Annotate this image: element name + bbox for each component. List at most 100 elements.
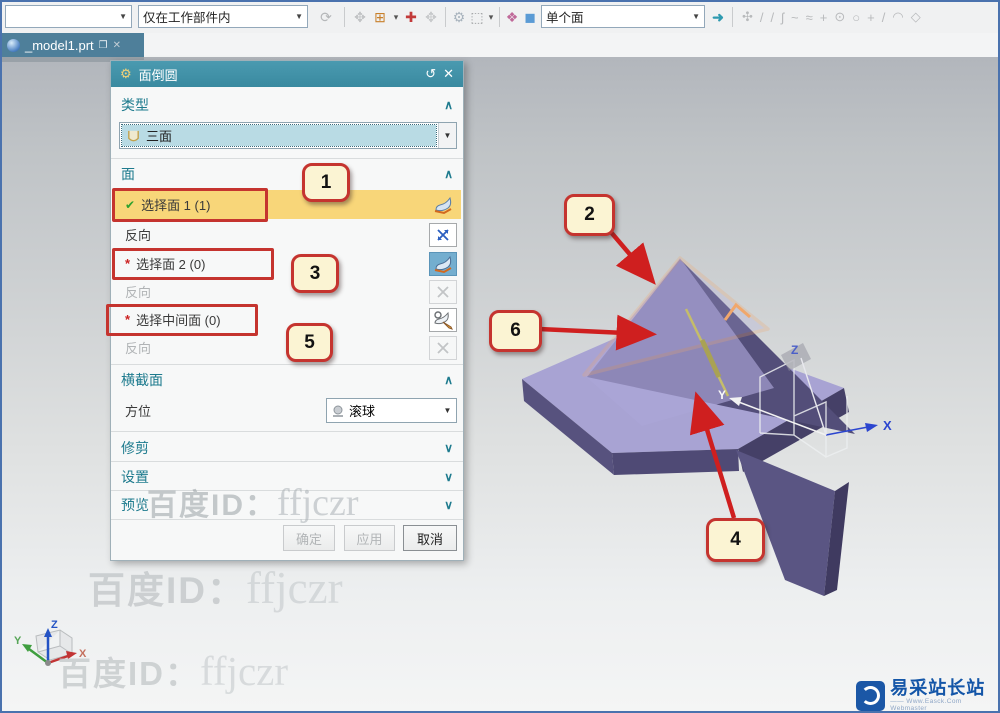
- line2-icon[interactable]: /: [771, 10, 775, 25]
- circle-icon[interactable]: ⊙: [834, 9, 845, 25]
- middle-face-select-icon[interactable]: [429, 308, 457, 332]
- window-state-icon[interactable]: ❐: [99, 40, 108, 51]
- divider: [111, 490, 463, 491]
- divider: [111, 364, 463, 365]
- solid-body-icon[interactable]: ◼: [521, 6, 539, 28]
- marquee-select-icon[interactable]: ⬚: [468, 6, 486, 28]
- close-icon[interactable]: ✕: [443, 66, 454, 82]
- preview-section-label: 预览: [121, 495, 149, 515]
- select-middle-face-label: 选择中间面 (0): [136, 310, 221, 329]
- chevron-down-icon[interactable]: ▼: [291, 12, 303, 21]
- chevron-down-icon[interactable]: ∨: [444, 498, 453, 512]
- site-brand: 易采站长站 —— Www.Easck.Com Webmaster: [856, 679, 998, 712]
- conic-icon[interactable]: ◇: [911, 9, 921, 25]
- studio-spline-icon[interactable]: ~: [791, 10, 799, 25]
- cross-section-header[interactable]: 横截面 ∧: [111, 369, 463, 391]
- part-tab-title: _model1.prt: [25, 38, 94, 53]
- dialog-header[interactable]: ⚙ 面倒圆 ↺ ✕: [111, 61, 463, 87]
- face2-select-icon[interactable]: [429, 252, 457, 276]
- forward-arrow-icon[interactable]: ➜: [709, 6, 727, 28]
- close-icon[interactable]: ✕: [113, 40, 121, 51]
- chevron-down-icon[interactable]: ▼: [438, 123, 456, 148]
- callout2-arrow: [610, 231, 650, 278]
- rolling-ball-icon: [331, 404, 345, 418]
- face-section-label: 面: [121, 164, 135, 184]
- reverse-direction-icon-disabled: [429, 336, 457, 360]
- ok-button[interactable]: 确定: [283, 525, 335, 551]
- face-blend-dialog: ⚙ 面倒圆 ↺ ✕ 类型 ∧ 三面 ▼ 面 ∧: [110, 60, 464, 561]
- snap-hand-icon[interactable]: ✥: [351, 6, 369, 28]
- divider: [111, 461, 463, 462]
- top-toolbar: ▼ 仅在工作部件内 ▼ ⟳ ✥ ⊞ ▾ ✚ ✥ ⚙ ⬚ ▾ ❖ ◼ 单个面 ▼ …: [2, 2, 998, 34]
- divider: [111, 431, 463, 432]
- selection-filter-combo[interactable]: ▼: [5, 5, 132, 28]
- chevron-down-icon[interactable]: ∨: [444, 470, 453, 484]
- required-asterisk: *: [125, 312, 130, 327]
- orientation-combo[interactable]: 滚球 ▼: [326, 398, 457, 423]
- type-combo-selected[interactable]: 三面: [122, 125, 436, 146]
- point-icon[interactable]: +: [820, 10, 828, 25]
- update-display-icon[interactable]: ⟳: [314, 6, 338, 28]
- required-asterisk: *: [125, 256, 130, 271]
- triad-x-label: X: [79, 648, 87, 660]
- select-face2-label: 选择面 2 (0): [136, 254, 205, 273]
- type-combo[interactable]: 三面 ▼: [119, 122, 457, 149]
- face-section-header[interactable]: 面 ∧: [111, 163, 463, 185]
- apply-button[interactable]: 应用: [344, 525, 395, 551]
- trim-section-header[interactable]: 修剪 ∨: [111, 437, 463, 459]
- callout-2: 2: [564, 194, 615, 236]
- part-tab[interactable]: _model1.prt ❐ ✕: [2, 33, 144, 57]
- orientation-label: 方位: [125, 401, 151, 420]
- face1-select-icon[interactable]: [429, 193, 457, 217]
- chevron-down-icon[interactable]: ▼: [115, 12, 127, 21]
- reverse1-label: 反向: [125, 225, 151, 244]
- line-icon[interactable]: /: [760, 10, 764, 25]
- ellipse-icon[interactable]: ○: [852, 10, 860, 25]
- spline-icon[interactable]: ʃ: [781, 10, 784, 25]
- assembly-constraints-icon[interactable]: ⚙: [450, 6, 468, 28]
- reverse2-label: 反向: [125, 282, 151, 301]
- chevron-up-icon[interactable]: ∧: [444, 98, 453, 112]
- chevron-down-icon[interactable]: ▾: [486, 6, 496, 28]
- plus-icon[interactable]: +: [867, 10, 875, 25]
- chevron-down-icon[interactable]: ▾: [391, 6, 401, 28]
- pattern-icon[interactable]: ✣: [742, 9, 753, 25]
- face-rule-combo[interactable]: 单个面 ▼: [541, 5, 705, 28]
- snap-point-icon[interactable]: ✚: [402, 6, 420, 28]
- select-face1-label: 选择面 1 (1): [141, 195, 210, 214]
- select-face1-row[interactable]: ✔ 选择面 1 (1): [113, 190, 461, 219]
- select-face2-row[interactable]: * 选择面 2 (0): [113, 250, 461, 277]
- x-axis-arrowhead: [865, 423, 878, 432]
- cross-section-label: 横截面: [121, 370, 163, 390]
- toolbar-separator: [344, 7, 345, 27]
- reverse2-row: 反向: [113, 279, 461, 304]
- divider: [111, 158, 463, 159]
- settings-section-header[interactable]: 设置 ∨: [111, 466, 463, 488]
- settings-section-label: 设置: [121, 467, 149, 487]
- orientation-value: 滚球: [349, 401, 375, 420]
- trim-section-label: 修剪: [121, 438, 149, 458]
- curve-tools-group: ✣ / / ʃ ~ ≈ + ⊙ ○ + / ◠ ◇: [742, 6, 921, 28]
- shell-face-icon[interactable]: ❖: [503, 6, 521, 28]
- selection-scope-value: 仅在工作部件内: [143, 7, 231, 26]
- add-snap-point-icon[interactable]: ⊞: [370, 6, 390, 28]
- x-axis-label: X: [883, 418, 892, 433]
- chevron-down-icon[interactable]: ∨: [444, 441, 453, 455]
- chevron-down-icon[interactable]: ▼: [439, 399, 456, 422]
- cancel-button[interactable]: 取消: [403, 525, 457, 551]
- curve-icon[interactable]: ≈: [806, 10, 813, 25]
- callout-3: 3: [291, 254, 339, 293]
- reverse-direction-icon[interactable]: [429, 223, 457, 247]
- reset-icon[interactable]: ↺: [425, 66, 436, 82]
- type-section-header[interactable]: 类型 ∧: [111, 94, 463, 116]
- brand-name: 易采站长站: [890, 679, 998, 697]
- arc-icon[interactable]: ◠: [892, 9, 903, 25]
- chevron-up-icon[interactable]: ∧: [444, 373, 453, 387]
- line3-icon[interactable]: /: [882, 10, 886, 25]
- clear-snap-icon[interactable]: ✥: [422, 6, 440, 28]
- preview-section-header[interactable]: 预览 ∨: [111, 494, 463, 516]
- selection-scope-combo[interactable]: 仅在工作部件内 ▼: [138, 5, 308, 28]
- chevron-up-icon[interactable]: ∧: [444, 167, 453, 181]
- gear-icon: ⚙: [120, 66, 132, 82]
- chevron-down-icon[interactable]: ▼: [688, 12, 700, 21]
